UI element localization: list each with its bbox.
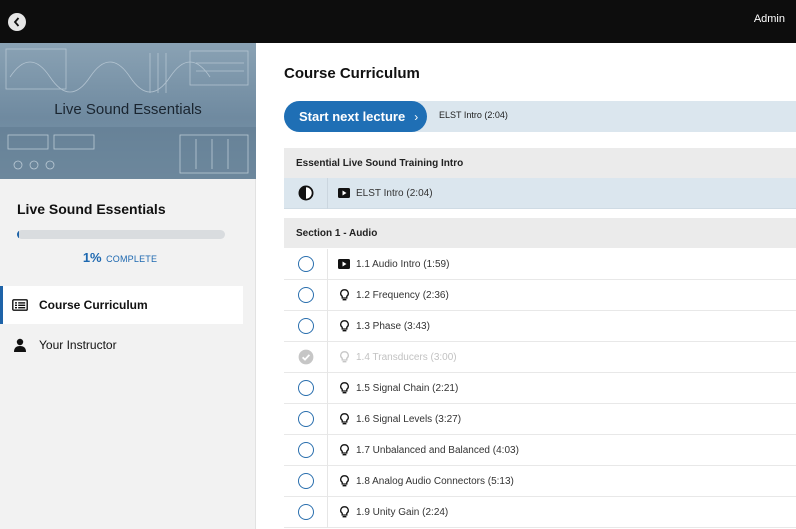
start-next-lecture-label: Start next lecture	[299, 109, 406, 124]
lecture-title: ELST Intro (2:04)	[356, 187, 433, 199]
lecture-title: 1.9 Unity Gain (2:24)	[356, 506, 449, 518]
main-content: Course Curriculum Start next lecture › E…	[256, 43, 796, 529]
lecture-row[interactable]: 1.6 Signal Levels (3:27)	[284, 403, 796, 435]
progress-text: 1% COMPLETE	[0, 249, 240, 267]
lecture-status	[284, 434, 328, 466]
circle-outline-icon	[297, 256, 314, 272]
course-hero-image: Live Sound Essentials	[0, 43, 256, 179]
lecture-row[interactable]: 1.1 Audio Intro (1:59)	[284, 248, 796, 280]
circle-outline-icon	[297, 442, 314, 458]
chevron-left-icon	[13, 17, 20, 27]
video-icon	[338, 258, 350, 270]
start-next-lecture-button[interactable]: Start next lecture ›	[284, 101, 427, 132]
back-button[interactable]	[8, 13, 26, 31]
lecture-row[interactable]: 1.5 Signal Chain (2:21)	[284, 372, 796, 404]
section-header: Section 1 - Audio	[284, 218, 796, 248]
section-header: Essential Live Sound Training Intro	[284, 148, 796, 178]
nav-course-curriculum-label: Course Curriculum	[39, 298, 148, 312]
lecture-title: 1.6 Signal Levels (3:27)	[356, 413, 462, 425]
lecture-status	[284, 310, 328, 342]
lecture-title: 1.3 Phase (3:43)	[356, 320, 430, 332]
lecture-row[interactable]: 1.9 Unity Gain (2:24)	[284, 496, 796, 528]
lecture-title: 1.7 Unbalanced and Balanced (4:03)	[356, 444, 519, 456]
circle-outline-icon	[297, 504, 314, 520]
lecture-status	[284, 248, 328, 280]
lecture-row[interactable]: 1.8 Analog Audio Connectors (5:13)	[284, 465, 796, 497]
lightbulb-icon	[338, 289, 350, 301]
lecture-row[interactable]: 1.3 Phase (3:43)	[284, 310, 796, 342]
circle-outline-icon	[297, 473, 314, 489]
lecture-row[interactable]: 1.4 Transducers (3:00)	[284, 341, 796, 373]
circle-outline-icon	[297, 318, 314, 334]
circle-outline-icon	[297, 411, 314, 427]
lecture-title: 1.1 Audio Intro (1:59)	[356, 258, 450, 270]
lightbulb-icon	[338, 506, 350, 518]
nav-your-instructor[interactable]: Your Instructor	[0, 326, 243, 364]
lightbulb-icon	[338, 444, 350, 456]
page-title: Course Curriculum	[284, 65, 420, 82]
progress-bar	[17, 230, 225, 239]
lightbulb-icon	[338, 382, 350, 394]
half-circle-icon	[298, 185, 313, 201]
lecture-status	[284, 279, 328, 311]
lecture-status	[284, 465, 328, 497]
lecture-title: 1.8 Analog Audio Connectors (5:13)	[356, 475, 514, 487]
curriculum-icon	[11, 298, 29, 312]
lecture-row[interactable]: 1.7 Unbalanced and Balanced (4:03)	[284, 434, 796, 466]
lecture-status	[284, 177, 328, 209]
lecture-row[interactable]: ELST Intro (2:04)	[284, 177, 796, 209]
lecture-status	[284, 496, 328, 528]
lecture-title: 1.4 Transducers (3:00)	[356, 351, 457, 363]
next-lecture-bar: Start next lecture › ELST Intro (2:04)	[284, 101, 796, 132]
lecture-status	[284, 403, 328, 435]
circle-outline-icon	[297, 287, 314, 303]
nav-your-instructor-label: Your Instructor	[39, 338, 117, 352]
lightbulb-icon	[338, 475, 350, 487]
lecture-row[interactable]: 1.2 Frequency (2:36)	[284, 279, 796, 311]
progress-label: COMPLETE	[106, 254, 158, 264]
circle-outline-icon	[297, 380, 314, 396]
check-circle-icon	[298, 349, 313, 365]
chevron-right-icon: ›	[414, 109, 419, 124]
progress-percent: 1%	[82, 250, 102, 265]
lecture-status	[284, 372, 328, 404]
course-title: Live Sound Essentials	[17, 201, 166, 217]
admin-link[interactable]: Admin	[754, 13, 785, 25]
hero-title: Live Sound Essentials	[54, 101, 202, 118]
next-lecture-title: ELST Intro (2:04)	[439, 110, 508, 120]
nav-course-curriculum[interactable]: Course Curriculum	[0, 286, 243, 324]
top-bar: Admin	[0, 0, 796, 43]
lightbulb-icon	[338, 351, 350, 363]
lightbulb-icon	[338, 413, 350, 425]
lightbulb-icon	[338, 320, 350, 332]
progress-fill	[17, 230, 20, 239]
lecture-title: 1.5 Signal Chain (2:21)	[356, 382, 459, 394]
lecture-title: 1.2 Frequency (2:36)	[356, 289, 449, 301]
lecture-status	[284, 341, 328, 373]
video-icon	[338, 187, 350, 199]
person-icon	[11, 338, 29, 352]
sidebar: Live Sound Essentials Live Sound Essenti…	[0, 43, 256, 529]
